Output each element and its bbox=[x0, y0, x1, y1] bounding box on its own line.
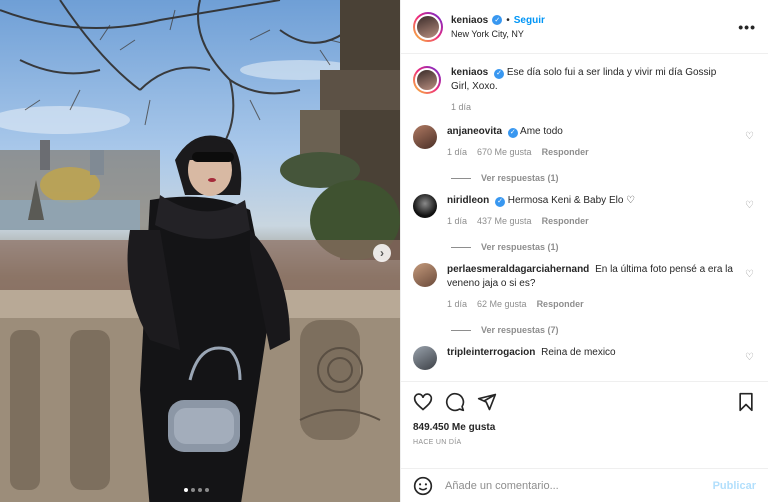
post-panel: keniaos ✓ • Seguir New York City, NY •••… bbox=[400, 0, 768, 502]
commenter-avatar[interactable] bbox=[413, 194, 437, 218]
comment-body: niridleon ✓ Hermosa Keni & Baby Elo ♡ 1 … bbox=[447, 194, 756, 228]
comment-text: Reina de mexico bbox=[541, 347, 616, 358]
emoji-icon[interactable] bbox=[413, 476, 433, 496]
view-replies-button[interactable]: Ver respuestas (1) bbox=[451, 173, 756, 183]
replies-line bbox=[451, 177, 471, 179]
caption-time[interactable]: 1 día bbox=[451, 100, 471, 114]
commenter-avatar[interactable] bbox=[413, 346, 437, 370]
commenter-avatar[interactable] bbox=[413, 263, 437, 287]
comment-line: niridleon ✓ Hermosa Keni & Baby Elo ♡ bbox=[447, 194, 736, 208]
separator-dot: • bbox=[506, 14, 510, 26]
carousel-dot bbox=[198, 488, 202, 492]
comment-time[interactable]: 1 día bbox=[447, 145, 467, 159]
follow-button[interactable]: Seguir bbox=[514, 15, 545, 26]
carousel-dot bbox=[191, 488, 195, 492]
reply-button[interactable]: Responder bbox=[542, 214, 589, 228]
avatar-image bbox=[415, 68, 439, 92]
comment-line: anjaneovita ✓ Ame todo bbox=[447, 125, 736, 139]
author-username[interactable]: keniaos bbox=[451, 15, 488, 26]
comment-item: anjaneovita ✓ Ame todo 1 día 670 Me gust… bbox=[413, 125, 756, 159]
view-replies-label: Ver respuestas (1) bbox=[481, 173, 559, 183]
next-arrow-icon[interactable]: › bbox=[373, 244, 391, 262]
verified-icon: ✓ bbox=[494, 69, 505, 79]
comment-username[interactable]: perlaesmeraldagarciahernand bbox=[447, 264, 589, 275]
post-caption: keniaos ✓ Ese día solo fui a ser linda y… bbox=[413, 66, 756, 114]
heart-icon[interactable] bbox=[413, 392, 433, 412]
caption-body: keniaos ✓ Ese día solo fui a ser linda y… bbox=[451, 66, 756, 114]
carousel-dots bbox=[184, 488, 209, 492]
comment-item: niridleon ✓ Hermosa Keni & Baby Elo ♡ 1 … bbox=[413, 194, 756, 228]
comment-text: Ame todo bbox=[520, 126, 563, 137]
comment-meta: 1 día 670 Me gusta Responder bbox=[447, 145, 736, 159]
caption-avatar[interactable] bbox=[413, 66, 441, 94]
comment-heart-icon[interactable]: ♡ bbox=[745, 200, 754, 211]
verified-icon: ✓ bbox=[507, 128, 518, 138]
comment-line: perlaesmeraldagarciahernand En la última… bbox=[447, 263, 736, 291]
comment-item: perlaesmeraldagarciahernand En la última… bbox=[413, 263, 756, 311]
comment-icon[interactable] bbox=[445, 392, 465, 412]
comment-username[interactable]: tripleinterrogacion bbox=[447, 347, 535, 358]
post-header: keniaos ✓ • Seguir New York City, NY ••• bbox=[401, 0, 768, 54]
commenter-avatar[interactable] bbox=[413, 125, 437, 149]
comment-username[interactable]: niridleon bbox=[447, 195, 489, 206]
comment-time[interactable]: 1 día bbox=[447, 297, 467, 311]
view-replies-label: Ver respuestas (1) bbox=[481, 242, 559, 252]
author-avatar[interactable] bbox=[413, 11, 443, 42]
avatar-image bbox=[415, 13, 441, 40]
comment-heart-icon[interactable]: ♡ bbox=[745, 131, 754, 142]
comments-list[interactable]: keniaos ✓ Ese día solo fui a ser linda y… bbox=[401, 55, 768, 380]
share-icon[interactable] bbox=[477, 392, 497, 412]
view-replies-button[interactable]: Ver respuestas (1) bbox=[451, 242, 756, 252]
comment-heart-icon[interactable]: ♡ bbox=[745, 269, 754, 280]
action-icons bbox=[413, 392, 756, 412]
verified-icon: ✓ bbox=[492, 15, 503, 25]
comment-meta: 1 día 437 Me gusta Responder bbox=[447, 214, 736, 228]
more-icon[interactable]: ••• bbox=[738, 19, 756, 35]
comment-likes[interactable]: 670 Me gusta bbox=[477, 145, 532, 159]
comment-input[interactable] bbox=[445, 479, 713, 492]
comment-text: Hermosa Keni & Baby Elo ♡ bbox=[507, 195, 636, 206]
caption-line: keniaos ✓ Ese día solo fui a ser linda y… bbox=[451, 66, 736, 94]
comment-body: perlaesmeraldagarciahernand En la última… bbox=[447, 263, 756, 311]
comment-heart-icon[interactable]: ♡ bbox=[745, 352, 754, 363]
header-text: keniaos ✓ • Seguir New York City, NY bbox=[451, 15, 738, 39]
comment-body: anjaneovita ✓ Ame todo 1 día 670 Me gust… bbox=[447, 125, 756, 159]
comment-item: tripleinterrogacion Reina de mexico ♡ bbox=[413, 346, 756, 370]
bookmark-icon[interactable] bbox=[736, 392, 756, 412]
replies-line bbox=[451, 246, 471, 248]
view-replies-button[interactable]: Ver respuestas (7) bbox=[451, 325, 756, 335]
caption-meta: 1 día bbox=[451, 100, 736, 114]
publish-button[interactable]: Publicar bbox=[713, 480, 756, 492]
comment-meta: 1 día 62 Me gusta Responder bbox=[447, 297, 736, 311]
post-location[interactable]: New York City, NY bbox=[451, 29, 738, 39]
reply-button[interactable]: Responder bbox=[542, 145, 589, 159]
caption-username[interactable]: keniaos bbox=[451, 67, 488, 78]
post-date[interactable]: HACE UN DÍA bbox=[413, 439, 756, 446]
likes-count[interactable]: 849.450 Me gusta bbox=[413, 422, 756, 433]
comment-line: tripleinterrogacion Reina de mexico bbox=[447, 346, 736, 360]
add-comment-bar: Publicar bbox=[401, 468, 768, 502]
carousel-dot bbox=[205, 488, 209, 492]
reply-button[interactable]: Responder bbox=[537, 297, 584, 311]
post-actions: 849.450 Me gusta HACE UN DÍA bbox=[401, 381, 768, 446]
comment-body: tripleinterrogacion Reina de mexico bbox=[447, 346, 756, 370]
carousel-dot bbox=[184, 488, 188, 492]
verified-icon: ✓ bbox=[495, 197, 506, 207]
instagram-post: › keniaos ✓ • Seguir New York City, NY •… bbox=[0, 0, 768, 502]
header-line: keniaos ✓ • Seguir bbox=[451, 15, 738, 26]
comment-likes[interactable]: 62 Me gusta bbox=[477, 297, 527, 311]
comment-time[interactable]: 1 día bbox=[447, 214, 467, 228]
caption-text: Ese día solo fui a ser linda y vivir mi … bbox=[451, 67, 717, 92]
comment-username[interactable]: anjaneovita bbox=[447, 126, 502, 137]
photo-illustration bbox=[0, 0, 400, 502]
post-photo[interactable]: › bbox=[0, 0, 400, 502]
comment-likes[interactable]: 437 Me gusta bbox=[477, 214, 532, 228]
replies-line bbox=[451, 329, 471, 331]
view-replies-label: Ver respuestas (7) bbox=[481, 325, 559, 335]
